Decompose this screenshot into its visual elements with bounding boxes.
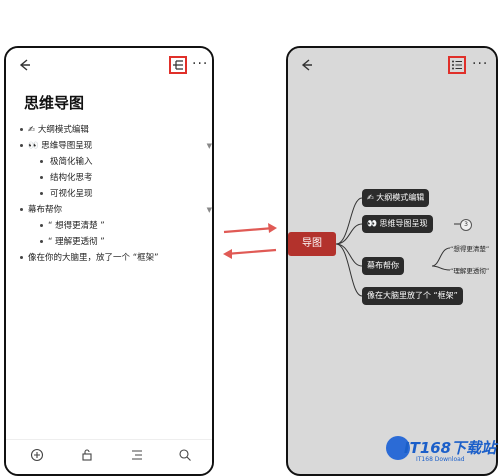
search-icon[interactable]	[178, 448, 192, 462]
bullet-icon	[20, 144, 23, 147]
bullet-icon	[40, 192, 43, 195]
indent-list-icon[interactable]	[130, 448, 144, 462]
outline-topbar: ···	[6, 48, 212, 84]
outline-item[interactable]: 极简化输入	[16, 154, 212, 170]
mindmap-node[interactable]: 像在大脑里放了个 “框架”	[362, 287, 463, 305]
mindmap-node[interactable]: 👀 思维导图呈现	[362, 215, 433, 233]
site-watermark: IT168下载站 IT168 Download	[386, 436, 496, 464]
back-arrow-icon[interactable]	[18, 58, 32, 72]
outline-item-text: 可视化呈现	[50, 189, 93, 199]
outline-item[interactable]: 可视化呈现	[16, 186, 212, 202]
watermark-subtext: IT168 Download	[416, 456, 465, 463]
outline-item[interactable]: 像在你的大脑里，放了一个 “框架”	[16, 250, 212, 266]
bullet-icon	[20, 256, 23, 259]
mindmap-node[interactable]: ✍ 大纲模式编辑	[362, 189, 430, 207]
bottom-toolbar	[6, 439, 212, 474]
outline-item-text: 👀 思维导图呈现	[28, 141, 93, 151]
outline-list: ✍ 大纲模式编辑 👀 思维导图呈现 ▼ 极简化输入 结构化思考 可视化呈现 幕布…	[16, 122, 212, 266]
outline-item-text: ✍ 大纲模式编辑	[28, 125, 89, 135]
outline-item[interactable]: 👀 思维导图呈现 ▼	[16, 138, 212, 154]
bullet-icon	[40, 160, 43, 163]
mindmap-leaf[interactable]: “想得更清楚”	[450, 243, 489, 253]
bullet-icon	[40, 176, 43, 179]
switch-arrows-icon	[223, 223, 277, 259]
bullet-icon	[40, 224, 43, 227]
watermark-text: IT168下载站	[404, 439, 497, 457]
more-icon[interactable]: ···	[192, 56, 208, 72]
add-icon[interactable]	[30, 448, 44, 462]
outline-item-text: 幕布帮你	[28, 205, 63, 215]
collapse-caret-icon[interactable]: ▼	[207, 202, 212, 218]
outline-item-text: 极简化输入	[50, 157, 93, 167]
mindmap-leaf[interactable]: “理解更透彻”	[450, 265, 489, 275]
outline-item[interactable]: 幕布帮你 ▼	[16, 202, 212, 218]
outline-item[interactable]: “ 理解更透彻 ”	[16, 234, 212, 250]
collapse-caret-icon[interactable]: ▼	[207, 138, 212, 154]
mindmap-root-node[interactable]: 导图	[288, 232, 336, 256]
bullet-icon	[40, 240, 43, 243]
outline-item[interactable]: ✍ 大纲模式编辑	[16, 122, 212, 138]
outline-item-text: 像在你的大脑里，放了一个 “框架”	[28, 253, 159, 263]
collapsed-count-badge[interactable]: 3	[460, 219, 472, 231]
outline-item-text: 结构化思考	[50, 173, 93, 183]
page-title: 思维导图	[24, 94, 85, 112]
bullet-icon	[20, 128, 23, 131]
mindmap-toggle-button[interactable]	[169, 56, 187, 74]
outline-item-text: “ 想得更清楚 ”	[48, 221, 105, 231]
outline-item-text: “ 理解更透彻 ”	[48, 237, 105, 247]
mindmap-node[interactable]: 幕布帮你	[362, 257, 404, 275]
mindmap-phone: ··· 导图 ✍ 大纲模式编辑 👀 思维导图呈现 3 幕布帮你 “想得更清楚” …	[286, 46, 498, 476]
outline-item[interactable]: “ 想得更清楚 ”	[16, 218, 212, 234]
lock-icon[interactable]	[80, 448, 94, 462]
outline-phone: ··· 思维导图 ✍ 大纲模式编辑 👀 思维导图呈现 ▼ 极简化输入 结构化思考…	[4, 46, 214, 476]
mindmap-icon	[173, 60, 183, 70]
bullet-icon	[20, 208, 23, 211]
outline-item[interactable]: 结构化思考	[16, 170, 212, 186]
